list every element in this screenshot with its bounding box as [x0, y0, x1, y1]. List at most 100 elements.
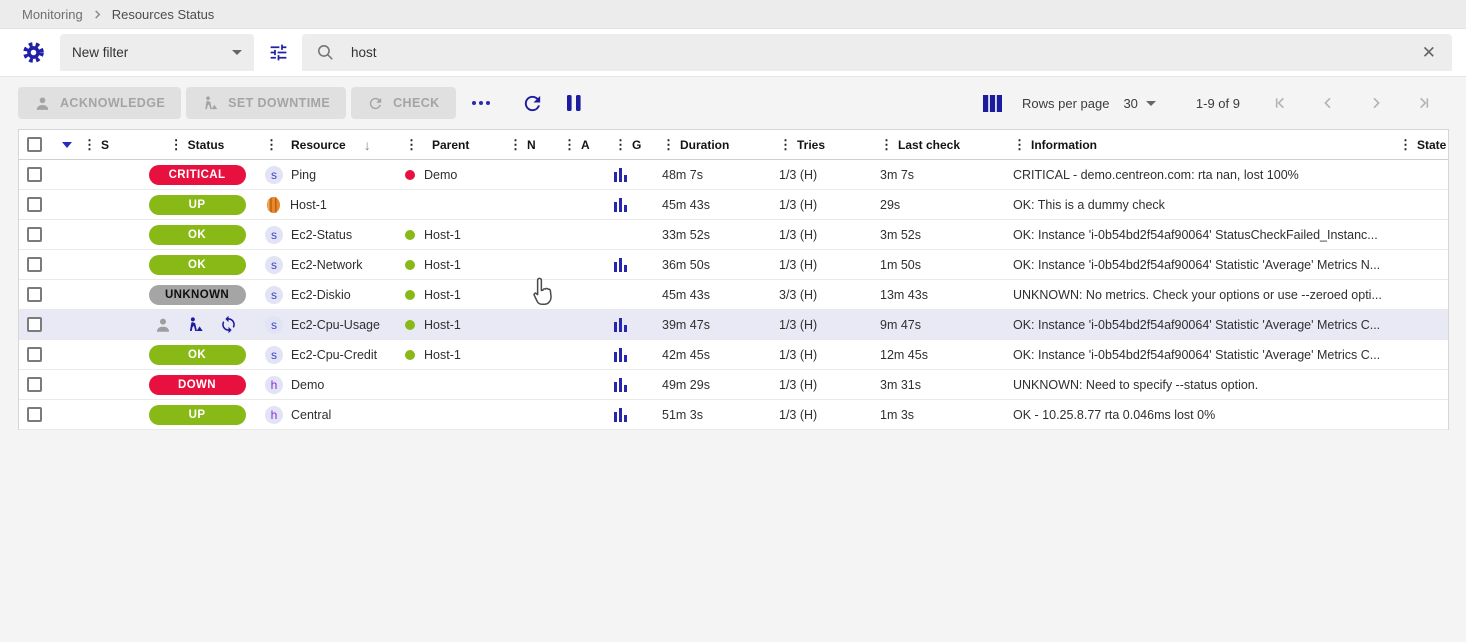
column-label[interactable]: N [527, 138, 536, 152]
resource-cell[interactable]: hDemo [253, 370, 391, 399]
search-box[interactable]: ✕ [302, 34, 1452, 71]
parent-cell[interactable]: Host-1 [391, 280, 497, 309]
filter-options-button[interactable] [254, 38, 302, 67]
breadcrumb-monitoring[interactable]: Monitoring [22, 7, 83, 22]
column-drag-handle-icon[interactable]: ⋮ [1399, 138, 1412, 151]
column-label[interactable]: State [1417, 138, 1446, 152]
refresh-button[interactable] [517, 88, 548, 119]
parent-name[interactable]: Demo [424, 168, 457, 182]
more-actions-button[interactable] [467, 96, 495, 110]
column-label[interactable]: A [581, 138, 590, 152]
column-header-s[interactable]: ⋮S [79, 130, 141, 159]
column-drag-handle-icon[interactable]: ⋮ [880, 138, 893, 151]
column-drag-handle-icon[interactable]: ⋮ [662, 138, 675, 151]
resource-name[interactable]: Ec2-Diskio [291, 288, 351, 302]
parent-cell[interactable]: Host-1 [391, 310, 497, 339]
row-checkbox[interactable] [27, 347, 42, 362]
column-label[interactable]: Information [1031, 138, 1097, 152]
column-label[interactable]: Status [188, 138, 225, 152]
filter-select[interactable]: New filter [60, 34, 254, 71]
resource-name[interactable]: Ec2-Cpu-Credit [291, 348, 377, 362]
row-checkbox[interactable] [27, 377, 42, 392]
resource-cell[interactable]: sEc2-Cpu-Credit [253, 340, 391, 369]
select-menu-caret-icon[interactable] [62, 142, 72, 148]
resource-name[interactable]: Ec2-Cpu-Usage [291, 318, 380, 332]
parent-cell[interactable]: Demo [391, 160, 497, 189]
column-header-information[interactable]: ⋮ Information [1007, 130, 1391, 159]
parent-name[interactable]: Host-1 [424, 348, 461, 362]
parent-name[interactable]: Host-1 [424, 258, 461, 272]
column-drag-handle-icon[interactable]: ⋮ [83, 138, 96, 151]
table-row[interactable]: OKsEc2-StatusHost-133m 52s1/3 (H)3m 52sO… [19, 220, 1448, 250]
table-row[interactable]: UPHost-145m 43s1/3 (H)29sOK: This is a d… [19, 190, 1448, 220]
previous-page-button[interactable] [1316, 91, 1340, 115]
column-header-status[interactable]: ⋮Status [141, 130, 253, 159]
column-header-a[interactable]: ⋮A [551, 130, 605, 159]
row-checkbox[interactable] [27, 407, 42, 422]
resource-name[interactable]: Ec2-Network [291, 258, 363, 272]
column-label[interactable]: S [101, 138, 109, 152]
filter-settings-button[interactable] [14, 37, 52, 68]
table-row[interactable]: OKsEc2-Cpu-CreditHost-142m 45s1/3 (H)12m… [19, 340, 1448, 370]
column-header-state[interactable]: ⋮ State [1391, 130, 1448, 159]
column-header-last_check[interactable]: ⋮ Last check [867, 130, 1007, 159]
column-drag-handle-icon[interactable]: ⋮ [614, 138, 627, 151]
table-row[interactable]: CRITICALsPingDemo48m 7s1/3 (H)3m 7sCRITI… [19, 160, 1448, 190]
parent-name[interactable]: Host-1 [424, 228, 461, 242]
column-drag-handle-icon[interactable]: ⋮ [265, 138, 278, 151]
column-label[interactable]: Last check [898, 138, 960, 152]
graph-cell[interactable] [605, 250, 653, 279]
resource-name[interactable]: Demo [291, 378, 324, 392]
resource-name[interactable]: Ping [291, 168, 316, 182]
graph-cell[interactable] [605, 310, 653, 339]
column-header-parent[interactable]: ⋮ Parent [391, 130, 497, 159]
column-header-resource[interactable]: ⋮Resource↓ [253, 130, 391, 159]
columns-settings-button[interactable] [979, 91, 1006, 116]
column-label[interactable]: Tries [797, 138, 825, 152]
column-drag-handle-icon[interactable]: ⋮ [779, 138, 792, 151]
graph-cell[interactable] [605, 160, 653, 189]
column-drag-handle-icon[interactable]: ⋮ [1013, 138, 1026, 151]
parent-name[interactable]: Host-1 [424, 288, 461, 302]
column-label[interactable]: Duration [680, 138, 729, 152]
acknowledge-button[interactable]: ACKNOWLEDGE [18, 87, 181, 119]
parent-name[interactable]: Host-1 [424, 318, 461, 332]
column-label[interactable]: Parent [432, 138, 469, 152]
table-row[interactable]: UNKNOWNsEc2-DiskioHost-145m 43s3/3 (H)13… [19, 280, 1448, 310]
graph-cell[interactable] [605, 370, 653, 399]
pause-button[interactable] [562, 90, 586, 116]
resource-cell[interactable]: hCentral [253, 400, 391, 429]
column-label[interactable]: G [632, 138, 641, 152]
first-page-button[interactable] [1268, 91, 1292, 115]
table-row[interactable]: OKsEc2-NetworkHost-136m 50s1/3 (H)1m 50s… [19, 250, 1448, 280]
column-drag-handle-icon[interactable]: ⋮ [405, 138, 418, 151]
parent-cell[interactable]: Host-1 [391, 250, 497, 279]
resource-cell[interactable]: sEc2-Cpu-Usage [253, 310, 391, 339]
row-checkbox[interactable] [27, 317, 42, 332]
resource-cell[interactable]: sEc2-Network [253, 250, 391, 279]
column-header-duration[interactable]: ⋮ Duration [653, 130, 771, 159]
select-all-checkbox[interactable] [27, 137, 42, 152]
parent-cell[interactable]: Host-1 [391, 220, 497, 249]
row-checkbox[interactable] [27, 167, 42, 182]
row-checkbox[interactable] [27, 287, 42, 302]
table-row[interactable]: sEc2-Cpu-UsageHost-139m 47s1/3 (H)9m 47s… [19, 310, 1448, 340]
column-header-tries[interactable]: ⋮ Tries [771, 130, 867, 159]
check-button[interactable]: CHECK [351, 87, 455, 119]
resource-name[interactable]: Ec2-Status [291, 228, 352, 242]
resource-cell[interactable]: sEc2-Status [253, 220, 391, 249]
table-row[interactable]: UPhCentral51m 3s1/3 (H)1m 3sOK - 10.25.8… [19, 400, 1448, 430]
row-checkbox[interactable] [27, 197, 42, 212]
resource-name[interactable]: Central [291, 408, 331, 422]
row-checkbox[interactable] [27, 227, 42, 242]
parent-cell[interactable]: Host-1 [391, 340, 497, 369]
column-label[interactable]: Resource [291, 138, 346, 152]
column-drag-handle-icon[interactable]: ⋮ [509, 138, 522, 151]
resource-name[interactable]: Host-1 [290, 198, 327, 212]
clear-search-icon[interactable]: ✕ [1420, 44, 1438, 61]
column-header-g[interactable]: ⋮G [605, 130, 653, 159]
next-page-button[interactable] [1364, 91, 1388, 115]
graph-cell[interactable] [605, 340, 653, 369]
graph-cell[interactable] [605, 400, 653, 429]
row-checkbox[interactable] [27, 257, 42, 272]
